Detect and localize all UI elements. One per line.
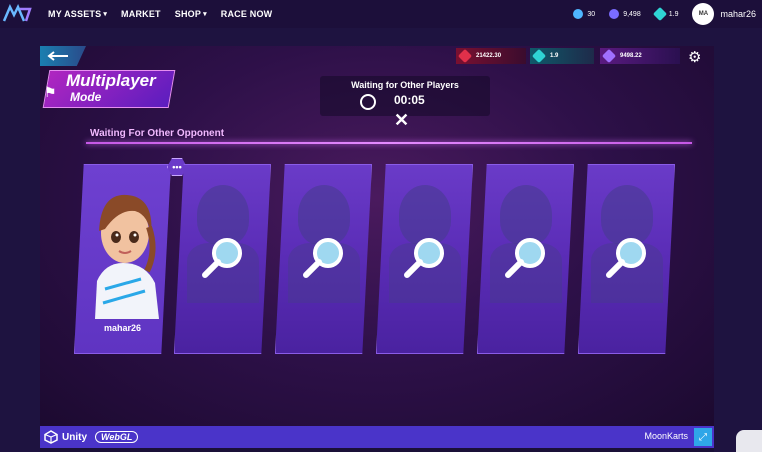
stopwatch-icon [360, 94, 376, 110]
resource-value: 1.9 [550, 53, 559, 59]
magnifier-search-icon [404, 238, 444, 278]
webgl-logo: WebGL [95, 431, 139, 443]
page-band [0, 28, 762, 46]
top-nav: MY ASSETS ▾ MARKET SHOP ▾ RACE NOW 30 9,… [0, 0, 762, 28]
gem-purple-icon [601, 48, 617, 64]
nav-item-my-assets[interactable]: MY ASSETS ▾ [48, 9, 107, 19]
webgl-footer: Unity WebGL MoonKarts ⤢ [40, 426, 714, 448]
magnifier-search-icon [202, 238, 242, 278]
nav-stats: 30 9,498 1.9 MA mahar26 [573, 0, 756, 28]
chevron-down-icon: ▾ [103, 11, 108, 18]
stat-tokens: 9,498 [609, 9, 641, 19]
resource-red: 21422.30 [456, 48, 526, 64]
scroll-to-top-button[interactable] [736, 430, 762, 452]
waiting-title: Waiting for Other Players [351, 80, 459, 90]
credit-icon [573, 9, 584, 19]
mode-title: Multiplayer [66, 71, 156, 90]
player-card: mahar26 [74, 164, 171, 354]
player-name: mahar26 [103, 323, 142, 333]
stat-value: 9,498 [623, 10, 641, 18]
fuel-icon [652, 6, 667, 22]
nav-label: MARKET [121, 9, 161, 19]
mode-subtitle: Mode [70, 90, 102, 104]
token-icon [609, 9, 620, 19]
chevron-down-icon: ▾ [203, 11, 207, 18]
empty-slot-card [275, 164, 372, 354]
nav-menu: MY ASSETS ▾ MARKET SHOP ▾ RACE NOW [48, 9, 272, 19]
empty-slot-card [174, 164, 271, 354]
players-icon: ⚑ [44, 84, 57, 100]
chat-dots-icon: ••• [172, 162, 182, 172]
username[interactable]: mahar26 [720, 9, 756, 19]
cancel-matchmaking-button[interactable]: ✕ [394, 110, 409, 131]
back-button[interactable] [40, 46, 86, 66]
site-logo[interactable] [0, 0, 34, 28]
player-avatar [95, 194, 159, 319]
nav-item-race-now[interactable]: RACE NOW [221, 9, 273, 19]
unity-label: Unity [62, 431, 87, 443]
arrow-left-icon [47, 51, 68, 61]
gem-red-icon [457, 48, 473, 64]
nav-label: MY ASSETS [48, 9, 102, 19]
page-margin-left [0, 46, 40, 452]
game-canvas[interactable]: ⚑ Multiplayer Mode Waiting for Other Pla… [40, 46, 714, 426]
stat-value: 30 [587, 10, 596, 18]
unity-badge: Unity [44, 430, 87, 444]
nav-label: SHOP [174, 9, 202, 19]
nav-item-shop[interactable]: SHOP ▾ [175, 9, 207, 19]
fuel-icon [531, 48, 547, 64]
empty-slot-card [578, 164, 675, 354]
stat-fuel: 1.9 [652, 6, 679, 22]
empty-slot-card [376, 164, 473, 354]
magnifier-search-icon [303, 238, 343, 278]
product-name: MoonKarts [644, 431, 688, 441]
empty-slot-card [477, 164, 574, 354]
page-margin-right [714, 46, 762, 452]
magnifier-search-icon [606, 238, 646, 278]
stat-value: 1.9 [668, 10, 679, 18]
expand-icon: ⤢ [699, 431, 707, 443]
logo-icon [2, 4, 32, 22]
stat-credits: 30 [573, 9, 595, 19]
magnifier-search-icon [505, 238, 545, 278]
nav-item-market[interactable]: MARKET [121, 9, 161, 19]
fullscreen-button[interactable]: ⤢ [694, 428, 712, 446]
resource-value: 9498.22 [620, 53, 642, 59]
nav-label: RACE NOW [220, 9, 273, 19]
countdown-timer: 00:05 [394, 93, 425, 107]
settings-gear-icon[interactable]: ⚙ [688, 48, 701, 66]
opponent-status: Waiting For Other Opponent [90, 128, 225, 139]
resource-purple: 9498.22 [600, 48, 680, 64]
resource-cyan: 1.9 [530, 48, 594, 64]
avatar[interactable]: MA [692, 3, 715, 25]
unity-cube-icon [44, 430, 58, 444]
divider [86, 142, 692, 144]
resource-value: 21422.30 [476, 53, 502, 59]
